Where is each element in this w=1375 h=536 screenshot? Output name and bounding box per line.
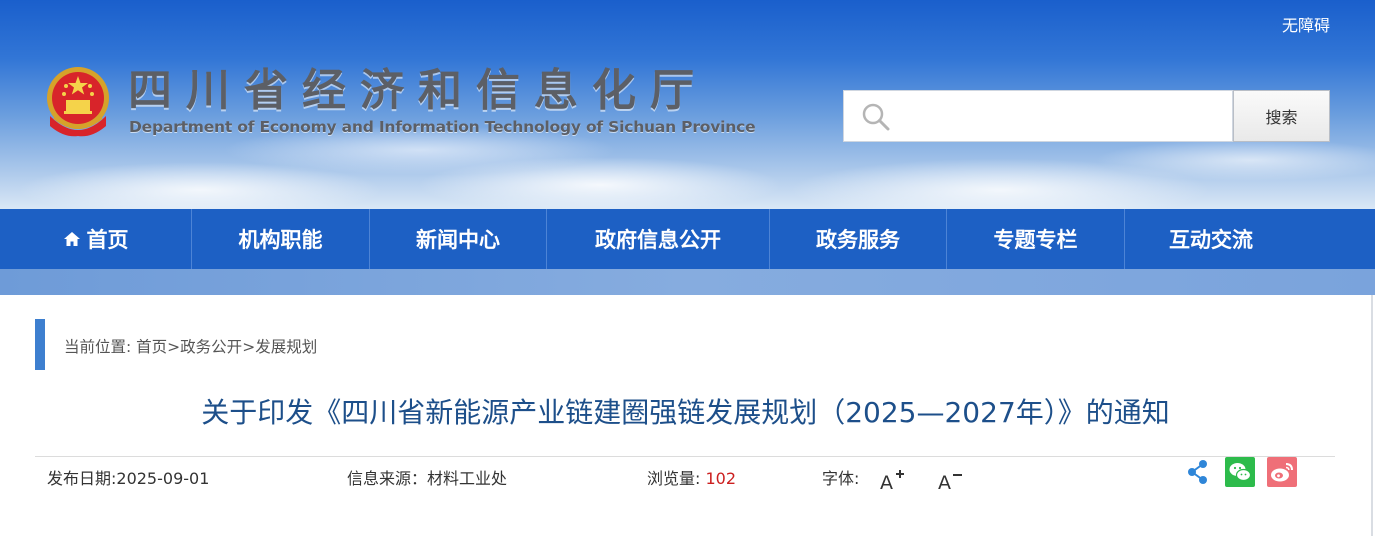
breadcrumb-gov-open[interactable]: 政务公开 bbox=[180, 338, 242, 356]
nav-divider-strip bbox=[0, 269, 1375, 295]
nav-item-label: 首页 bbox=[86, 228, 129, 252]
nav-item-gov-info[interactable]: 政府信息公开 bbox=[547, 209, 770, 269]
nav-item-interaction[interactable]: 互动交流 bbox=[1125, 209, 1297, 269]
font-size-label: 字体: bbox=[822, 469, 860, 488]
national-emblem-icon bbox=[47, 67, 109, 137]
nav-item-label: 政府信息公开 bbox=[595, 228, 721, 252]
breadcrumb-separator: > bbox=[167, 338, 181, 356]
svg-text:A: A bbox=[938, 472, 951, 491]
nav-item-label: 互动交流 bbox=[1169, 228, 1253, 252]
publish-date: 发布日期:2025-09-01 bbox=[47, 469, 210, 488]
breadcrumb-planning[interactable]: 发展规划 bbox=[255, 338, 317, 356]
nav-item-home[interactable]: 首页 bbox=[0, 209, 192, 269]
site-title: 四川省经济和信息化厅 bbox=[128, 65, 708, 116]
search-button[interactable]: 搜索 bbox=[1233, 90, 1330, 142]
nav-item-label: 机构职能 bbox=[238, 228, 323, 252]
nav-item-label: 专题专栏 bbox=[993, 228, 1078, 252]
main-nav: 首页 机构职能 新闻中心 政府信息公开 政务服务 专题专栏 互动交流 bbox=[0, 209, 1375, 269]
font-increase-icon[interactable]: A bbox=[879, 469, 905, 491]
view-count-label: 浏览量: bbox=[647, 469, 706, 488]
weibo-icon[interactable] bbox=[1267, 457, 1297, 487]
article-title: 关于印发《四川省新能源产业链建圈强链发展规划（2025—2027年）》的通知 bbox=[201, 396, 1170, 429]
nav-item-news[interactable]: 新闻中心 bbox=[370, 209, 547, 269]
search-icon bbox=[862, 103, 890, 131]
svg-text:A: A bbox=[880, 472, 893, 491]
info-source: 信息来源：材料工业处 bbox=[347, 469, 508, 488]
search-input[interactable] bbox=[902, 99, 1226, 135]
nav-item-label: 政务服务 bbox=[816, 228, 900, 252]
site-subtitle: Department of Economy and Information Te… bbox=[129, 118, 756, 136]
view-count-value: 102 bbox=[705, 469, 737, 488]
article-panel: 当前位置: 首页>政务公开>发展规划 关于印发《四川省新能源产业链建圈强链发展规… bbox=[0, 295, 1373, 536]
breadcrumb-accent-bar bbox=[35, 319, 45, 370]
meta-divider bbox=[35, 456, 1335, 457]
font-decrease-icon[interactable]: A bbox=[937, 469, 963, 491]
nav-item-label: 新闻中心 bbox=[416, 228, 500, 252]
nav-item-topics[interactable]: 专题专栏 bbox=[947, 209, 1125, 269]
wechat-icon[interactable] bbox=[1225, 457, 1255, 487]
breadcrumb-separator: > bbox=[242, 338, 256, 356]
breadcrumb-home[interactable]: 首页 bbox=[136, 338, 167, 356]
search-box bbox=[843, 90, 1233, 142]
view-count: 浏览量: 102 bbox=[647, 465, 736, 489]
site-header: 无障碍 四川省经济和信息化厅 Department of Economy and… bbox=[0, 0, 1375, 210]
breadcrumb-prefix: 当前位置: bbox=[64, 338, 137, 356]
nav-item-institution[interactable]: 机构职能 bbox=[192, 209, 370, 269]
share-icon[interactable] bbox=[1183, 457, 1213, 487]
nav-item-services[interactable]: 政务服务 bbox=[770, 209, 947, 269]
accessibility-link[interactable]: 无障碍 bbox=[1282, 12, 1330, 36]
breadcrumb: 当前位置: 首页>政务公开>发展规划 bbox=[64, 335, 317, 357]
home-icon bbox=[63, 232, 80, 246]
